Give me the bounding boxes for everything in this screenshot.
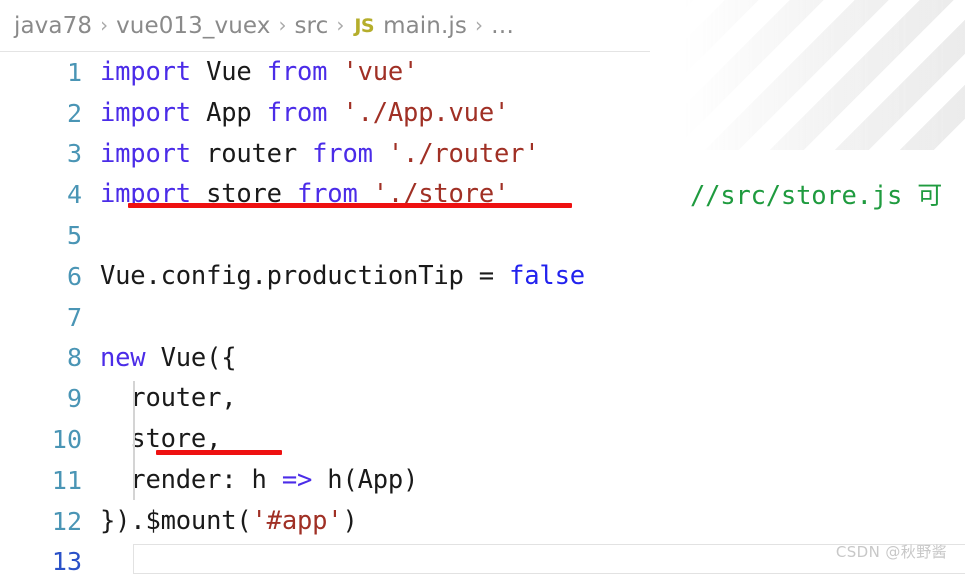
code-token-plain: router, (100, 383, 237, 414)
code-line-text[interactable]: Vue.config.productionTip = false (100, 256, 965, 297)
code-line[interactable]: 3 import router from './router' (0, 134, 965, 175)
line-number: 10 (51, 425, 82, 455)
line-number: 7 (66, 302, 82, 332)
code-editor-screenshot: java78 › vue013_vuex › src › JS main.js … (0, 0, 965, 576)
breadcrumb-item-project[interactable]: vue013_vuex (116, 13, 270, 39)
code-line-text[interactable] (100, 215, 965, 256)
breadcrumb-separator-icon: › (474, 12, 483, 37)
code-line-text[interactable]: }).$mount('#app') (100, 501, 965, 542)
line-number: 12 (51, 506, 82, 536)
code-line-text[interactable]: import App from './App.vue' (100, 93, 965, 134)
code-token-kw: import (100, 97, 191, 128)
line-number: 11 (51, 465, 82, 495)
code-line-text[interactable]: import router from './router' (100, 134, 965, 175)
code-line[interactable]: 6 Vue.config.productionTip = false (0, 256, 965, 297)
code-token-plain: h(App) (312, 464, 419, 495)
code-line-text[interactable]: import Vue from 'vue' (100, 52, 965, 93)
code-line[interactable]: 10 store, (0, 419, 965, 460)
code-line[interactable]: 2 import App from './App.vue' (0, 93, 965, 134)
code-token-plain: Vue({ (145, 342, 237, 373)
code-line[interactable]: 11 render: h => h(App) (0, 460, 965, 501)
code-token-str: './App.vue' (342, 97, 510, 128)
annotation-underline-import-store (128, 203, 572, 208)
code-line-text[interactable]: router, (100, 378, 965, 419)
side-comment: //src/store.js 可 (690, 176, 942, 212)
code-token-plain: Vue.config.productionTip = (100, 260, 510, 291)
breadcrumb: java78 › vue013_vuex › src › JS main.js … (0, 0, 650, 52)
code-token-plain: ) (342, 505, 358, 536)
line-number: 13 (51, 547, 82, 577)
code-line[interactable]: 8 new Vue({ (0, 338, 965, 379)
code-lines: 1 import Vue from 'vue' 2 import App from '… (0, 52, 965, 582)
code-token-kw: from (266, 57, 328, 87)
breadcrumb-item-overflow[interactable]: … (491, 13, 514, 39)
side-comment-ascii: //src/store.js (690, 181, 918, 211)
csdn-watermark: CSDN @秋野酱 (835, 543, 947, 561)
line-number: 9 (66, 384, 82, 414)
line-number: 2 (66, 98, 82, 128)
line-number: 1 (66, 57, 82, 87)
breadcrumb-item-folder-root[interactable]: java78 (14, 13, 92, 39)
code-token-str: './router' (387, 138, 540, 169)
code-line-text[interactable]: new Vue({ (100, 338, 965, 379)
code-token-kw: import (100, 138, 191, 169)
annotation-underline-store-option (156, 450, 282, 455)
line-number: 6 (66, 261, 82, 291)
javascript-file-icon: JS (354, 14, 375, 37)
code-token-kw: new (100, 342, 146, 373)
breadcrumb-separator-icon: › (278, 12, 287, 37)
code-token-plain: App (190, 97, 267, 128)
code-line-text[interactable] (100, 297, 965, 338)
line-number: 3 (66, 139, 82, 169)
code-line[interactable]: 9 router, (0, 378, 965, 419)
code-token-plain: Vue (190, 57, 267, 87)
breadcrumb-separator-icon: › (336, 12, 345, 37)
code-line[interactable]: 5 (0, 215, 965, 256)
breadcrumb-item-src[interactable]: src (294, 13, 328, 39)
code-line[interactable]: 7 (0, 297, 965, 338)
line-number: 4 (66, 180, 82, 210)
side-comment-cjk: 可 (917, 181, 943, 210)
code-token-plain: router (190, 138, 313, 169)
code-token-plain: }).$mount( (100, 505, 252, 536)
code-token-str: '#app' (251, 505, 343, 536)
code-token-kw: => (281, 464, 313, 495)
indent-guide (133, 381, 135, 500)
code-token-kw: from (266, 97, 328, 128)
breadcrumb-separator-icon: › (100, 12, 109, 37)
line-number: 8 (66, 343, 82, 373)
code-token-kw: import (100, 57, 191, 87)
code-token-kw: from (312, 138, 373, 169)
breadcrumb-item-file[interactable]: main.js (383, 13, 467, 39)
code-line-text[interactable]: render: h => h(App) (100, 460, 965, 501)
code-content[interactable]: 1 import Vue from 'vue' 2 import App from '… (0, 52, 965, 576)
code-token-bool: false (509, 260, 585, 291)
code-token-str: 'vue' (342, 57, 419, 87)
code-line[interactable]: 12 }).$mount('#app') (0, 501, 965, 542)
code-line[interactable]: 1 import Vue from 'vue' (0, 52, 965, 93)
code-token-plain: render: h (100, 464, 282, 495)
line-number: 5 (66, 221, 82, 251)
